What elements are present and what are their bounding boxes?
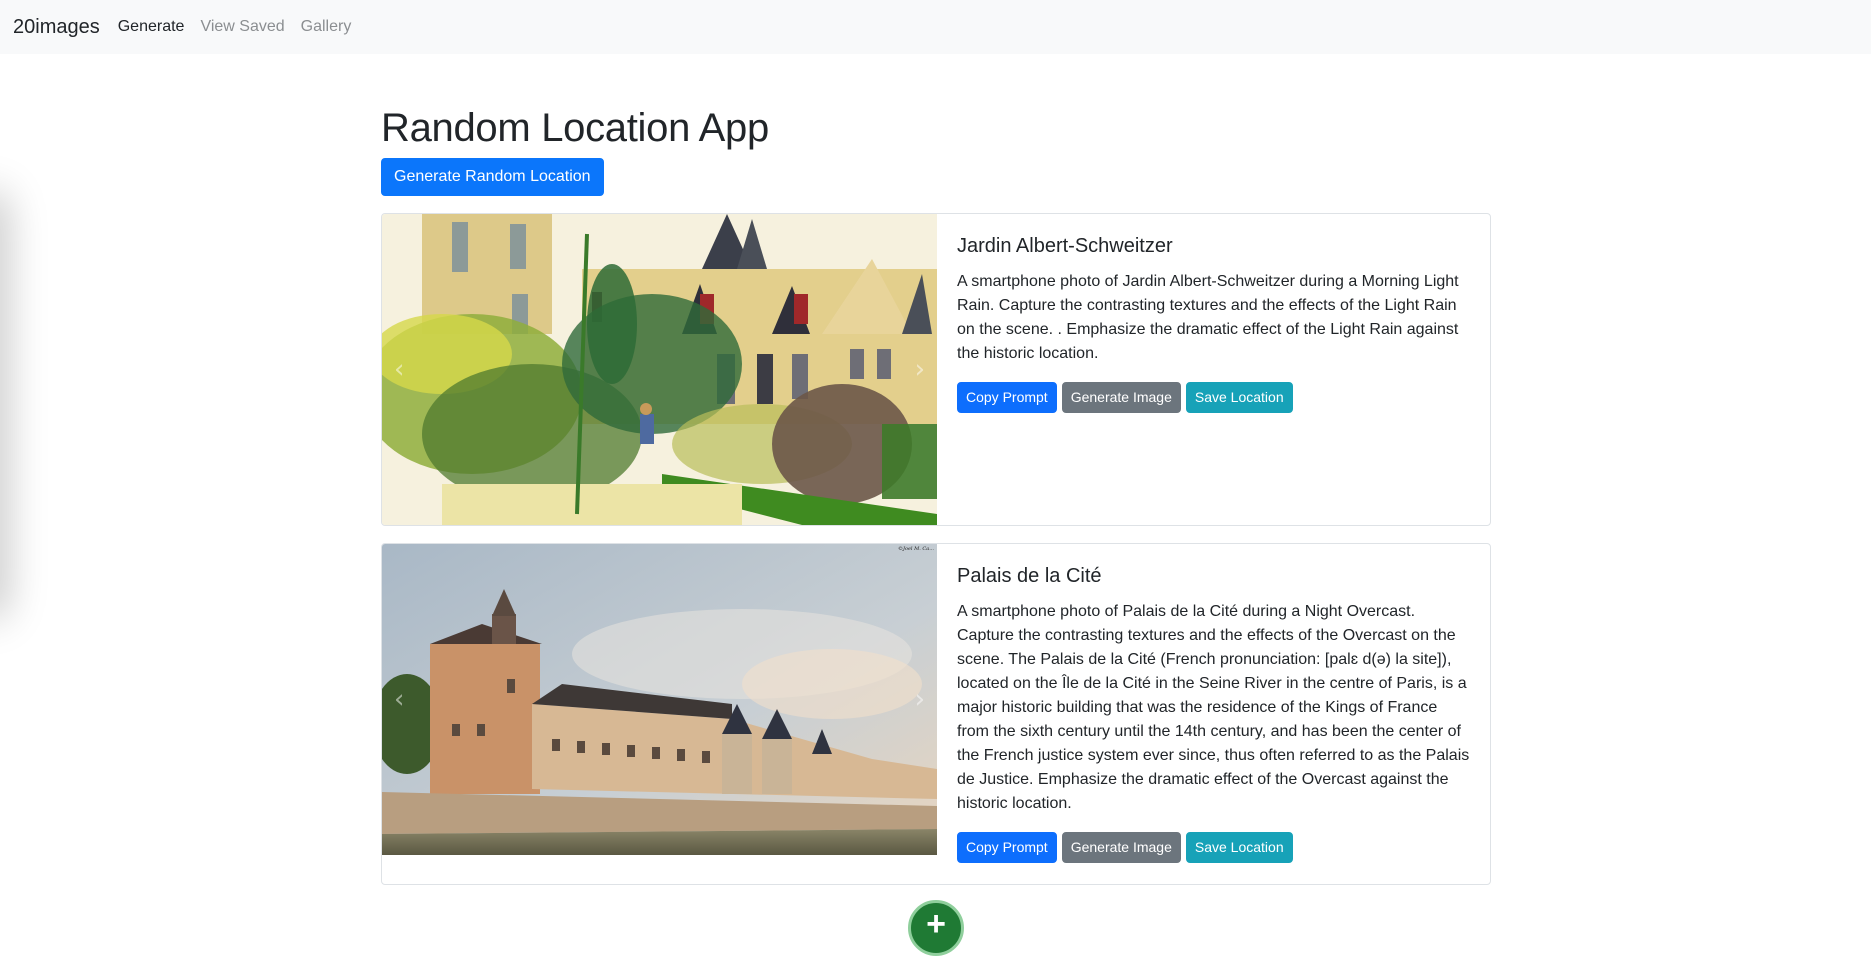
save-location-button[interactable]: Save Location xyxy=(1185,832,1293,863)
location-image: ©Joel M. Ca... xyxy=(382,544,937,855)
location-card: ©Joel M. Ca... ‹ › Palais de la Cité A s… xyxy=(381,543,1491,885)
location-title: Palais de la Cité xyxy=(957,565,1102,587)
location-prompt: A smartphone photo of Jardin Albert-Schw… xyxy=(957,273,1459,362)
card-body: Palais de la Cité A smartphone photo of … xyxy=(937,544,1490,884)
card-actions: Copy Prompt Generate Image Save Location xyxy=(957,382,1470,413)
image-carousel: ©Joel M. Ca... ‹ › xyxy=(382,544,937,855)
carousel-prev-icon[interactable]: ‹ xyxy=(394,544,454,855)
navbar: 20images Generate View Saved Gallery xyxy=(0,0,1871,54)
carousel-prev-icon[interactable]: ‹ xyxy=(394,214,454,525)
carousel-next-icon[interactable]: › xyxy=(865,214,925,525)
generate-random-location-button[interactable]: Generate Random Location xyxy=(381,158,604,196)
copy-prompt-button[interactable]: Copy Prompt xyxy=(957,382,1057,413)
add-location-fab[interactable]: + xyxy=(908,900,964,956)
card-body: Jardin Albert-Schweitzer A smartphone ph… xyxy=(937,214,1490,525)
location-card: ‹ › Jardin Albert-Schweitzer A smartphon… xyxy=(381,213,1491,526)
nav-link-gallery[interactable]: Gallery xyxy=(301,19,352,35)
copy-prompt-button[interactable]: Copy Prompt xyxy=(957,832,1057,863)
generate-image-button[interactable]: Generate Image xyxy=(1061,382,1181,413)
main-container: Random Location App Generate Random Loca… xyxy=(381,54,1491,885)
nav-link-view-saved[interactable]: View Saved xyxy=(200,19,284,35)
nav-link-generate[interactable]: Generate xyxy=(118,19,185,35)
location-image xyxy=(382,214,937,525)
generate-image-button[interactable]: Generate Image xyxy=(1061,832,1181,863)
card-actions: Copy Prompt Generate Image Save Location xyxy=(957,832,1470,863)
carousel-next-icon[interactable]: › xyxy=(865,544,925,855)
location-title: Jardin Albert-Schweitzer xyxy=(957,235,1173,257)
image-carousel: ‹ › xyxy=(382,214,937,525)
location-prompt: A smartphone photo of Palais de la Cité … xyxy=(957,603,1470,812)
page-title: Random Location App xyxy=(381,106,769,150)
plus-icon: + xyxy=(926,905,946,943)
brand-logo[interactable]: 20images xyxy=(13,17,100,37)
save-location-button[interactable]: Save Location xyxy=(1185,382,1293,413)
